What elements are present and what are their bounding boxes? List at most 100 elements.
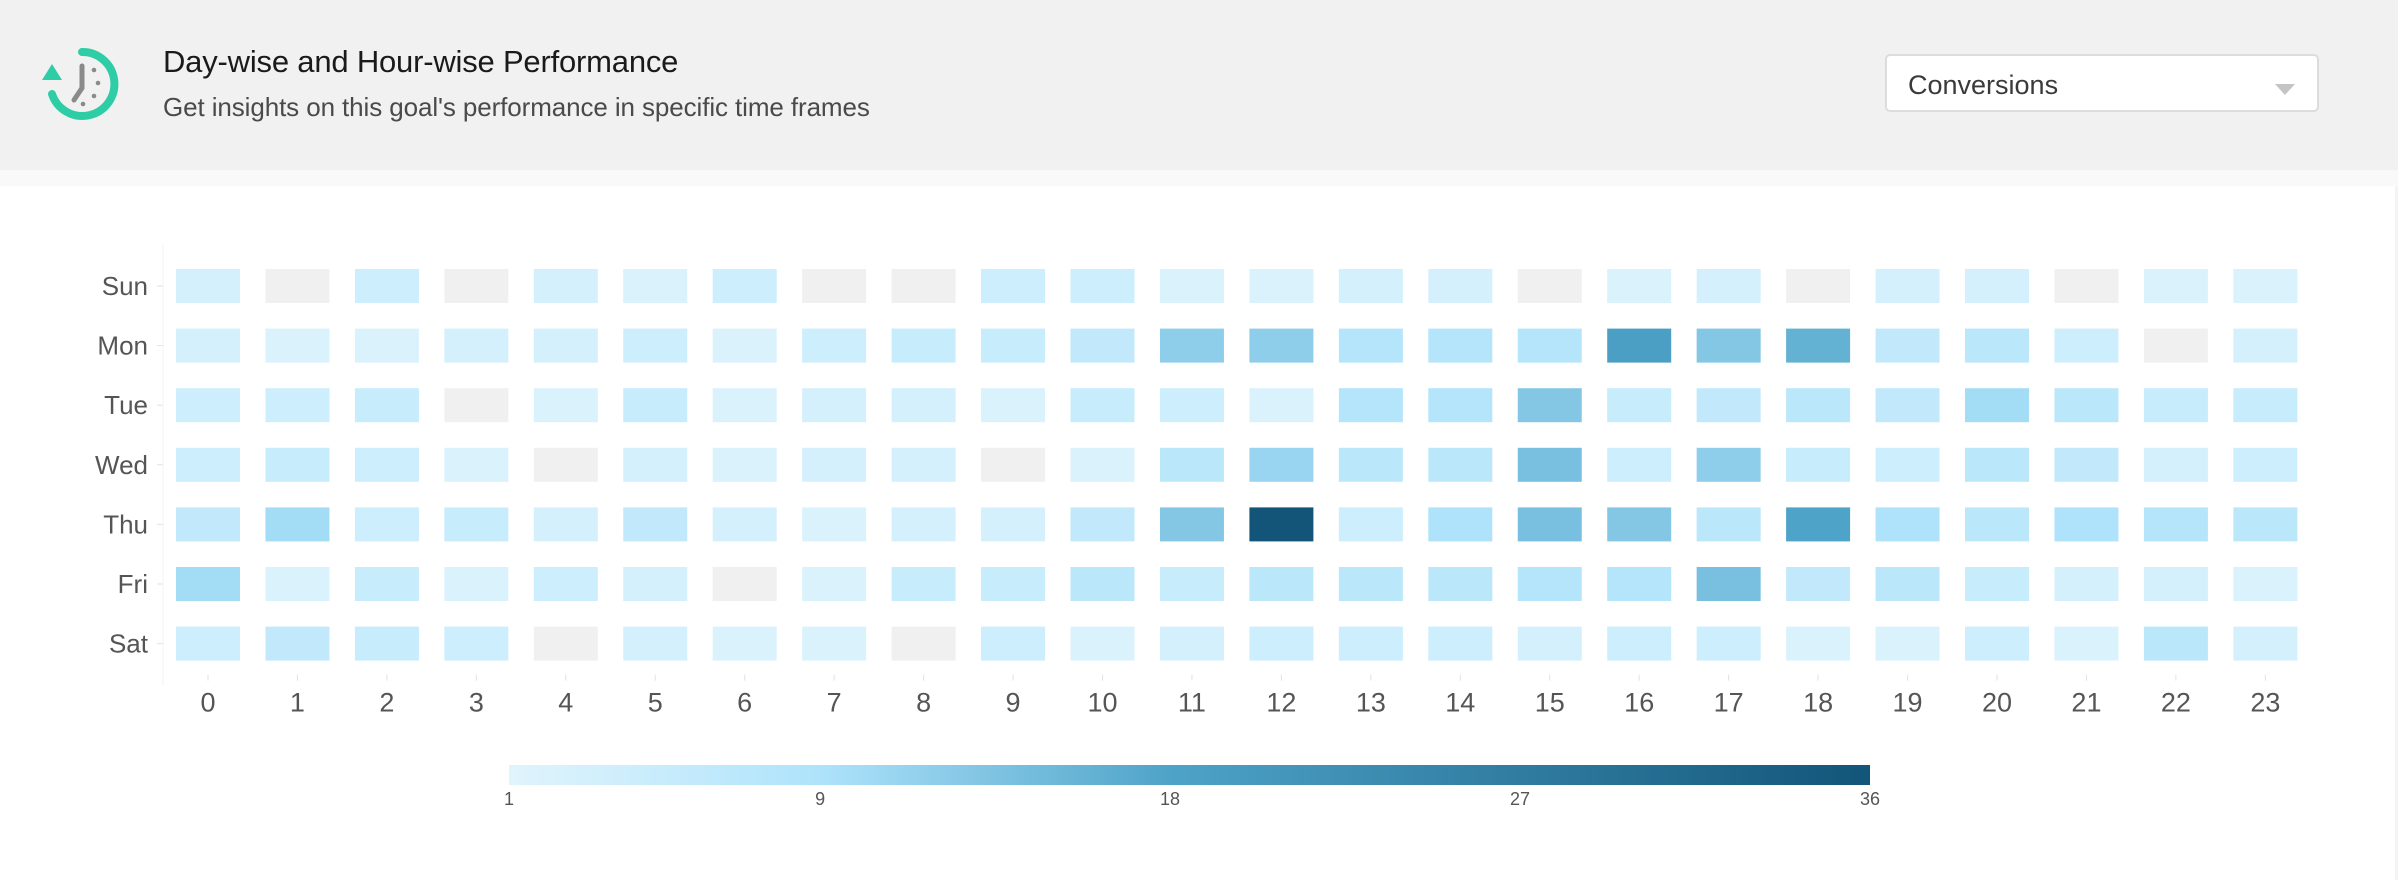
heatmap-cell-mon-18[interactable] bbox=[1786, 328, 1851, 363]
heatmap-cell-sun-23[interactable] bbox=[2233, 269, 2298, 303]
heatmap-cell-sat-15[interactable] bbox=[1517, 626, 1582, 661]
heatmap-cell-fri-16[interactable] bbox=[1607, 567, 1672, 601]
heatmap-cell-mon-15[interactable] bbox=[1517, 328, 1582, 363]
heatmap-cell-wed-4[interactable] bbox=[533, 447, 598, 482]
heatmap-cell-fri-7[interactable] bbox=[802, 567, 867, 601]
heatmap-cell-thu-1[interactable] bbox=[265, 507, 330, 542]
heatmap-cell-wed-21[interactable] bbox=[2054, 447, 2119, 482]
heatmap-cell-sun-9[interactable] bbox=[981, 269, 1046, 303]
heatmap-cell-thu-0[interactable] bbox=[176, 507, 240, 542]
heatmap-cell-sun-5[interactable] bbox=[623, 269, 688, 303]
heatmap-cell-wed-7[interactable] bbox=[802, 447, 867, 482]
heatmap-cell-wed-17[interactable] bbox=[1696, 447, 1761, 482]
heatmap-cell-thu-4[interactable] bbox=[533, 507, 598, 542]
heatmap-cell-sat-14[interactable] bbox=[1428, 626, 1493, 661]
heatmap-cell-thu-12[interactable] bbox=[1249, 507, 1314, 542]
heatmap-cell-mon-23[interactable] bbox=[2233, 328, 2298, 363]
heatmap-cell-sun-1[interactable] bbox=[265, 269, 330, 303]
heatmap-cell-fri-10[interactable] bbox=[1070, 567, 1135, 601]
heatmap-cell-thu-10[interactable] bbox=[1070, 507, 1135, 542]
heatmap-cell-wed-10[interactable] bbox=[1070, 447, 1135, 482]
heatmap-cell-wed-20[interactable] bbox=[1965, 447, 2029, 482]
heatmap-cell-sun-11[interactable] bbox=[1159, 269, 1224, 303]
heatmap-cell-sat-13[interactable] bbox=[1338, 626, 1403, 661]
heatmap-cell-mon-19[interactable] bbox=[1875, 328, 1940, 363]
heatmap-cell-sat-7[interactable] bbox=[802, 626, 867, 661]
heatmap-cell-sun-7[interactable] bbox=[802, 269, 867, 303]
heatmap-cell-tue-0[interactable] bbox=[176, 388, 240, 423]
heatmap-cell-sat-6[interactable] bbox=[712, 626, 777, 661]
heatmap-cell-tue-11[interactable] bbox=[1159, 388, 1224, 423]
heatmap-cell-sat-12[interactable] bbox=[1249, 626, 1314, 661]
heatmap-cell-sun-19[interactable] bbox=[1875, 269, 1940, 303]
heatmap-cell-fri-14[interactable] bbox=[1428, 567, 1493, 601]
heatmap-cell-tue-17[interactable] bbox=[1696, 388, 1761, 423]
heatmap-cell-sat-19[interactable] bbox=[1875, 626, 1940, 661]
heatmap-cell-fri-17[interactable] bbox=[1696, 567, 1761, 601]
heatmap-cell-sun-21[interactable] bbox=[2054, 269, 2119, 303]
heatmap-cell-sat-18[interactable] bbox=[1786, 626, 1851, 661]
metric-dropdown[interactable]: Conversions bbox=[1885, 54, 2319, 112]
heatmap-cell-fri-18[interactable] bbox=[1786, 567, 1851, 601]
heatmap-cell-tue-19[interactable] bbox=[1875, 388, 1940, 423]
heatmap-cell-sun-17[interactable] bbox=[1696, 269, 1761, 303]
heatmap-cell-sat-2[interactable] bbox=[354, 626, 419, 661]
heatmap-cell-wed-8[interactable] bbox=[891, 447, 956, 482]
heatmap-cell-sat-10[interactable] bbox=[1070, 626, 1135, 661]
heatmap-cell-sun-14[interactable] bbox=[1428, 269, 1493, 303]
heatmap-cell-wed-18[interactable] bbox=[1786, 447, 1851, 482]
heatmap-cell-mon-8[interactable] bbox=[891, 328, 956, 363]
heatmap-cell-tue-22[interactable] bbox=[2143, 388, 2208, 423]
heatmap-cell-wed-15[interactable] bbox=[1517, 447, 1582, 482]
heatmap-cell-sun-20[interactable] bbox=[1965, 269, 2029, 303]
heatmap-cell-thu-21[interactable] bbox=[2054, 507, 2119, 542]
heatmap-cell-sun-15[interactable] bbox=[1517, 269, 1582, 303]
heatmap-cell-fri-13[interactable] bbox=[1338, 567, 1403, 601]
heatmap-cell-sun-4[interactable] bbox=[533, 269, 598, 303]
heatmap-cell-sun-12[interactable] bbox=[1249, 269, 1314, 303]
heatmap-cell-sat-8[interactable] bbox=[891, 626, 956, 661]
heatmap-cell-fri-20[interactable] bbox=[1965, 567, 2029, 601]
heatmap-cell-wed-3[interactable] bbox=[444, 447, 509, 482]
heatmap-cell-wed-13[interactable] bbox=[1338, 447, 1403, 482]
heatmap-cell-tue-8[interactable] bbox=[891, 388, 956, 423]
heatmap-cell-mon-1[interactable] bbox=[265, 328, 330, 363]
heatmap-cell-fri-3[interactable] bbox=[444, 567, 509, 601]
heatmap-cell-thu-22[interactable] bbox=[2143, 507, 2208, 542]
heatmap-cell-sat-0[interactable] bbox=[176, 626, 240, 661]
heatmap-cell-fri-15[interactable] bbox=[1517, 567, 1582, 601]
heatmap-cell-wed-2[interactable] bbox=[354, 447, 419, 482]
heatmap-cell-sat-5[interactable] bbox=[623, 626, 688, 661]
heatmap-cell-thu-7[interactable] bbox=[802, 507, 867, 542]
heatmap-cell-tue-7[interactable] bbox=[802, 388, 867, 423]
heatmap-cell-sun-10[interactable] bbox=[1070, 269, 1135, 303]
heatmap-cell-fri-1[interactable] bbox=[265, 567, 330, 601]
heatmap-cell-sun-13[interactable] bbox=[1338, 269, 1403, 303]
heatmap-cell-sun-22[interactable] bbox=[2143, 269, 2208, 303]
heatmap-cell-mon-13[interactable] bbox=[1338, 328, 1403, 363]
heatmap-cell-sat-22[interactable] bbox=[2143, 626, 2208, 661]
heatmap-cell-tue-6[interactable] bbox=[712, 388, 777, 423]
heatmap-cell-sun-0[interactable] bbox=[176, 269, 240, 303]
heatmap-cell-fri-22[interactable] bbox=[2143, 567, 2208, 601]
heatmap-cell-fri-19[interactable] bbox=[1875, 567, 1940, 601]
heatmap-cell-mon-22[interactable] bbox=[2143, 328, 2208, 363]
heatmap-cell-mon-4[interactable] bbox=[533, 328, 598, 363]
heatmap-cell-tue-20[interactable] bbox=[1965, 388, 2029, 423]
heatmap-cell-mon-9[interactable] bbox=[981, 328, 1046, 363]
heatmap-cell-mon-17[interactable] bbox=[1696, 328, 1761, 363]
heatmap-cell-sat-1[interactable] bbox=[265, 626, 330, 661]
heatmap-cell-mon-7[interactable] bbox=[802, 328, 867, 363]
heatmap-cell-wed-0[interactable] bbox=[176, 447, 240, 482]
heatmap-cell-tue-12[interactable] bbox=[1249, 388, 1314, 423]
heatmap-cell-fri-8[interactable] bbox=[891, 567, 956, 601]
heatmap-cell-mon-0[interactable] bbox=[176, 328, 240, 363]
heatmap-cell-tue-23[interactable] bbox=[2233, 388, 2298, 423]
heatmap-cell-sun-18[interactable] bbox=[1786, 269, 1851, 303]
heatmap-cell-mon-6[interactable] bbox=[712, 328, 777, 363]
heatmap-cell-thu-5[interactable] bbox=[623, 507, 688, 542]
heatmap-cell-wed-5[interactable] bbox=[623, 447, 688, 482]
heatmap-cell-sat-21[interactable] bbox=[2054, 626, 2119, 661]
heatmap-cell-fri-23[interactable] bbox=[2233, 567, 2298, 601]
heatmap-cell-tue-9[interactable] bbox=[981, 388, 1046, 423]
